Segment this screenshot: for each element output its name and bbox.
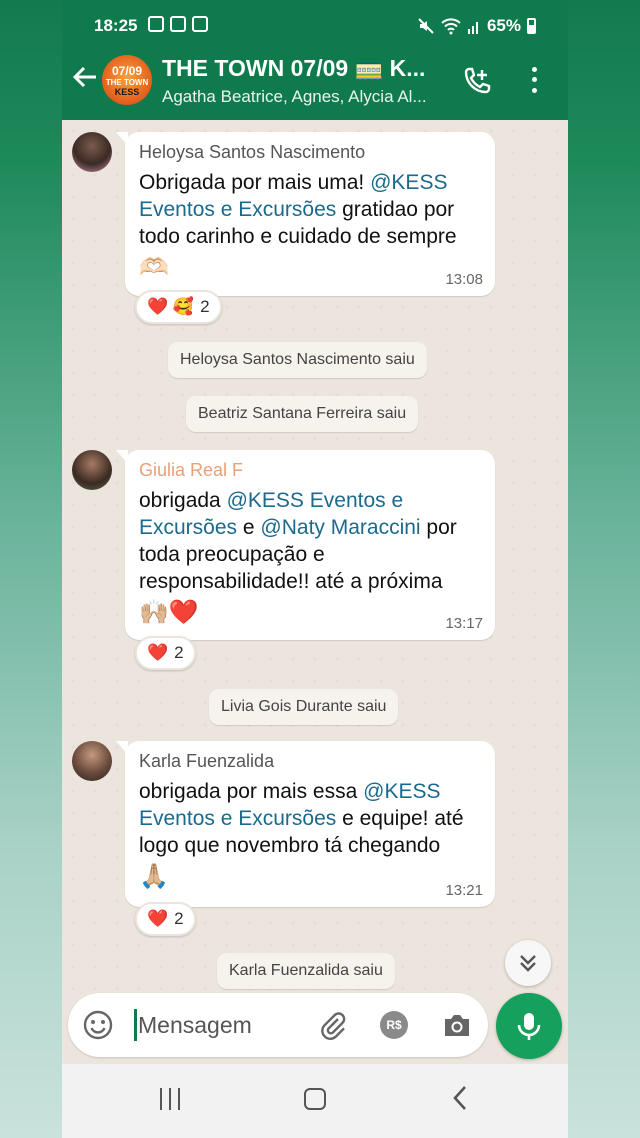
message-sender[interactable]: Karla Fuenzalida <box>139 751 481 772</box>
camera-icon[interactable] <box>442 1011 472 1044</box>
status-time: 18:25 <box>94 16 138 35</box>
scroll-to-bottom-button[interactable] <box>505 940 551 986</box>
message-input[interactable] <box>138 1007 288 1043</box>
payment-icon[interactable]: R$ <box>380 1011 408 1039</box>
message-time: 13:08 <box>445 271 483 288</box>
status-bar: 18:25 65% <box>62 0 568 50</box>
emoji-icon[interactable] <box>82 1009 114 1046</box>
wifi-icon <box>441 18 461 35</box>
message-emoji: 🙌🏼❤️ <box>139 599 199 626</box>
back-arrow-icon[interactable] <box>70 64 100 98</box>
message-sender[interactable]: Heloysa Santos Nascimento <box>139 142 481 163</box>
message-time: 13:21 <box>445 882 483 899</box>
gallery-icon <box>148 16 164 32</box>
battery-icon <box>527 18 536 34</box>
mic-button[interactable] <box>496 993 562 1059</box>
mention-link[interactable]: @Naty Maraccini <box>260 516 420 539</box>
message-bubble[interactable]: Karla Fuenzalida obrigada por mais essa … <box>116 741 495 907</box>
reaction-count: 2 <box>200 297 210 316</box>
signal-icon <box>467 22 478 34</box>
message-composer: R$ <box>68 993 488 1057</box>
reaction-count: 2 <box>174 643 184 662</box>
chat-area[interactable]: Heloysa Santos Nascimento Obrigada por m… <box>62 120 568 990</box>
message-bubble[interactable]: Heloysa Santos Nascimento Obrigada por m… <box>116 132 495 296</box>
notification-icons <box>148 16 208 32</box>
tv-icon <box>192 16 208 32</box>
chat-header: 07/09 THE TOWN KESS THE TOWN 07/09 🚃 K..… <box>62 50 568 120</box>
avatar[interactable] <box>72 450 112 490</box>
message-emoji: 🫶🏻 <box>139 254 169 281</box>
avatar[interactable] <box>72 132 112 172</box>
reactions-badge[interactable]: ❤️ 2 <box>135 636 196 670</box>
reaction-emojis: ❤️ <box>147 643 169 662</box>
group-members[interactable]: Agatha Beatrice, Agnes, Alycia Al... <box>162 87 427 107</box>
system-message: Livia Gois Durante saiu <box>209 689 399 725</box>
reactions-badge[interactable]: ❤️ 🥰 2 <box>135 290 222 324</box>
system-message: Beatriz Santana Ferreira saiu <box>186 396 419 432</box>
message-bubble[interactable]: Giulia Real F obrigada @KESS Eventos e E… <box>116 450 495 640</box>
paperclip-icon[interactable] <box>318 1010 348 1045</box>
system-message: Heloysa Santos Nascimento saiu <box>168 342 427 378</box>
message-text: Obrigada por mais uma! @KESS Eventos e E… <box>139 171 457 248</box>
system-message: Karla Fuenzalida saiu <box>217 953 395 989</box>
group-avatar[interactable]: 07/09 THE TOWN KESS <box>102 55 152 105</box>
reactions-badge[interactable]: ❤️ 2 <box>135 902 196 936</box>
message-time: 13:17 <box>445 615 483 632</box>
message-text: obrigada @KESS Eventos e Excursões e @Na… <box>139 489 457 593</box>
mute-icon <box>418 18 434 34</box>
group-title[interactable]: THE TOWN 07/09 🚃 K... <box>162 55 425 82</box>
nav-back-icon[interactable] <box>450 1084 470 1120</box>
reaction-count: 2 <box>174 909 184 928</box>
reaction-emojis: ❤️ 🥰 <box>147 297 195 316</box>
system-nav-bar <box>62 1064 568 1138</box>
system-icons: 65% <box>417 16 536 36</box>
check-icon <box>170 16 186 32</box>
avatar[interactable] <box>72 741 112 781</box>
add-call-icon[interactable] <box>462 66 492 101</box>
microphone-icon <box>517 1013 541 1040</box>
phone-screen: 18:25 65% 07/09 THE TOWN KESS THE TOWN 0… <box>62 0 568 1138</box>
message-sender[interactable]: Giulia Real F <box>139 460 481 481</box>
message-emoji: 🙏🏼 <box>139 863 169 890</box>
double-chevron-down-icon <box>520 955 536 972</box>
message-text: obrigada por mais essa @KESS Eventos e E… <box>139 780 464 857</box>
text-cursor <box>134 1009 137 1041</box>
battery-percent: 65% <box>486 16 521 35</box>
home-icon[interactable] <box>304 1088 326 1110</box>
more-options-icon[interactable] <box>524 64 544 96</box>
reaction-emojis: ❤️ <box>147 909 169 928</box>
recents-icon[interactable] <box>160 1088 180 1110</box>
